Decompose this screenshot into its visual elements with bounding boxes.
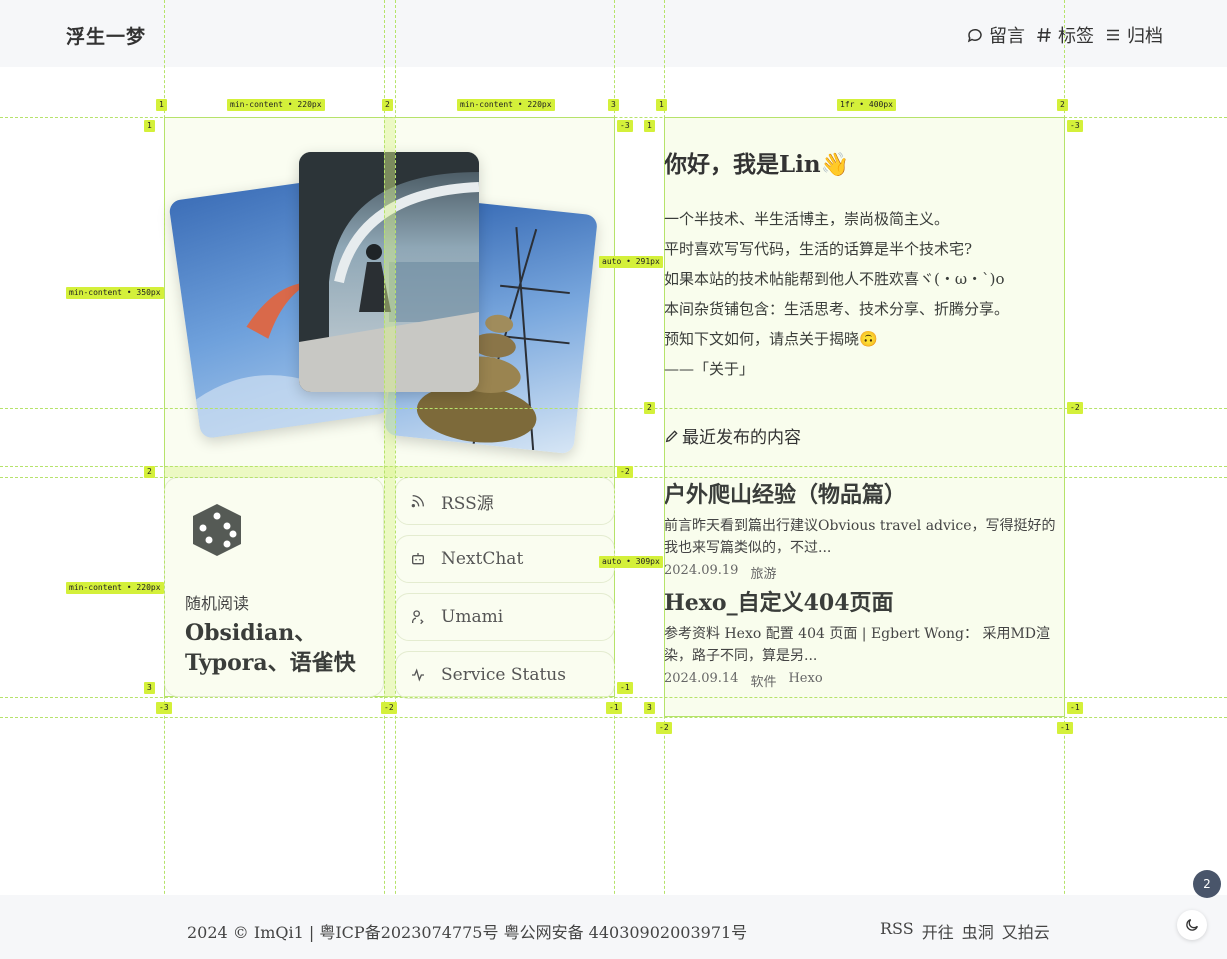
- recent-heading: 最近发布的内容: [664, 423, 801, 448]
- footer-link-rss[interactable]: RSS: [880, 919, 914, 943]
- line-number: 3: [144, 682, 155, 694]
- moon-icon: [1186, 919, 1198, 931]
- post-title[interactable]: 户外爬山经验（物品篇）: [664, 477, 1064, 509]
- post-tag[interactable]: Hexo: [788, 671, 822, 690]
- user-analytics-icon: [412, 610, 424, 625]
- quick-links: RSS源 NextChat Umami Service Status: [395, 477, 615, 709]
- post-item: Hexo_自定义404页面 参考资料 Hexo 配置 404 页面 | Egbe…: [664, 585, 1064, 690]
- line-number: -1: [1067, 702, 1083, 714]
- dice-icon: [193, 504, 241, 556]
- site-footer: 2024 © ImQi1 | 粤ICP备2023074775号 粤公网安备 44…: [0, 895, 1227, 959]
- intro-line: 一个半技术、半生活博主，崇尚极简主义。: [664, 210, 950, 228]
- line-number: 1: [144, 120, 155, 132]
- line-number: -1: [1057, 722, 1073, 734]
- random-read-label: 随机阅读: [185, 594, 250, 613]
- line-number: -3: [1067, 120, 1083, 132]
- post-date: 2024.09.14: [664, 671, 739, 686]
- post-tag[interactable]: 软件: [750, 671, 776, 690]
- nav-item-guestbook[interactable]: 留言: [966, 22, 1025, 48]
- track-size-label: min-content • 220px: [227, 99, 325, 111]
- intro-line: 本间杂货铺包含：生活思考、技术分享、折腾分享。: [664, 300, 1010, 318]
- footer-link-upyun[interactable]: 又拍云: [1002, 919, 1050, 943]
- link-label: Service Status: [441, 665, 566, 685]
- link-service-status[interactable]: Service Status: [395, 651, 615, 699]
- line-number: 1: [644, 120, 655, 132]
- post-item: 户外爬山经验（物品篇） 前言昨天看到篇出行建议Obvious travel ad…: [664, 477, 1064, 582]
- line-number: -3: [156, 702, 172, 714]
- nav-label: 标签: [1058, 26, 1094, 47]
- footer-link-travelling[interactable]: 开往: [922, 919, 954, 943]
- line-number: 2: [644, 402, 655, 414]
- line-number: 3: [644, 702, 655, 714]
- post-title[interactable]: Hexo_自定义404页面: [664, 585, 1064, 617]
- main-nav: 留言 标签 归档: [966, 22, 1163, 48]
- chat-bubble-icon: [967, 28, 982, 43]
- track-size-label: 1fr • 400px: [837, 99, 896, 111]
- photo-stack: [164, 117, 615, 466]
- intro-line: 预知下文如何，请点关于揭晓🙃: [664, 330, 878, 348]
- link-umami[interactable]: Umami: [395, 593, 615, 641]
- line-number: 1: [656, 99, 667, 111]
- link-label: RSS源: [441, 493, 494, 514]
- line-number: -3: [617, 120, 633, 132]
- window-art: [299, 152, 479, 392]
- post-meta: 2024.09.14 软件 Hexo: [664, 671, 1064, 690]
- intro-text: 一个半技术、半生活博主，崇尚极简主义。 平时喜欢写写代码，生活的话算是半个技术宅…: [664, 204, 1009, 384]
- count-badge: 2: [1193, 870, 1221, 898]
- robot-icon: [412, 553, 424, 565]
- link-label: Umami: [441, 607, 504, 627]
- nav-item-tags[interactable]: 标签: [1035, 22, 1094, 48]
- pencil-icon: [665, 429, 678, 442]
- greeting-heading: 你好，我是Lin👋: [664, 151, 850, 178]
- post-date: 2024.09.19: [664, 563, 739, 578]
- activity-pulse-icon: [412, 668, 424, 682]
- post-tag[interactable]: 旅游: [750, 563, 776, 582]
- recent-heading-label: 最近发布的内容: [682, 428, 801, 448]
- footer-links: RSS 开往 虫洞 又拍云: [880, 919, 1050, 943]
- line-number: 1: [156, 99, 167, 111]
- link-nextchat[interactable]: NextChat: [395, 535, 615, 583]
- intro-line: 如果本站的技术帖能帮到他人不胜欢喜ヾ(・ω・`)o: [664, 270, 1005, 288]
- line-number: 2: [144, 466, 155, 478]
- nav-label: 归档: [1127, 26, 1163, 47]
- track-size-label: min-content • 220px: [457, 99, 555, 111]
- menu-list-icon: [1107, 29, 1119, 41]
- grid-line: [0, 717, 1227, 718]
- link-rss[interactable]: RSS源: [395, 477, 615, 525]
- line-number: 2: [1057, 99, 1068, 111]
- footer-link-wormhole[interactable]: 虫洞: [962, 919, 994, 943]
- hash-icon: [1037, 28, 1051, 42]
- line-number: -2: [1067, 402, 1083, 414]
- line-number: -1: [617, 682, 633, 694]
- track-size-label: min-content • 220px: [66, 582, 164, 594]
- dark-mode-toggle[interactable]: [1177, 910, 1207, 940]
- intro-line: 平时喜欢写写代码，生活的话算是半个技术宅?: [664, 240, 973, 258]
- nav-item-archive[interactable]: 归档: [1104, 22, 1163, 48]
- post-excerpt: 前言昨天看到篇出行建议Obvious travel advice，写得挺好的我也…: [664, 518, 1056, 556]
- random-read-card[interactable]: 随机阅读 Obsidian、Typora、语雀快: [164, 477, 384, 697]
- site-brand[interactable]: 浮生一梦: [66, 22, 146, 49]
- rss-icon: [411, 495, 424, 508]
- nav-label: 留言: [989, 26, 1025, 47]
- window-seat-photo[interactable]: [299, 152, 479, 392]
- random-read-title[interactable]: Obsidian、Typora、语雀快: [185, 618, 375, 678]
- line-number: -2: [656, 722, 672, 734]
- line-number: 3: [608, 99, 619, 111]
- track-size-label: min-content • 350px: [66, 287, 164, 299]
- about-link[interactable]: ——「关于」: [664, 354, 1009, 384]
- line-number: -2: [617, 466, 633, 478]
- line-number: 2: [382, 99, 393, 111]
- footer-copyright: 2024 © ImQi1 | 粤ICP备2023074775号 粤公网安备 44…: [187, 923, 748, 942]
- link-label: NextChat: [441, 549, 524, 569]
- post-meta: 2024.09.19 旅游: [664, 563, 1064, 582]
- site-header: 浮生一梦 留言 标签 归档: [0, 0, 1227, 67]
- post-excerpt: 参考资料 Hexo 配置 404 页面 | Egbert Wong： 采用MD渲…: [664, 626, 1051, 664]
